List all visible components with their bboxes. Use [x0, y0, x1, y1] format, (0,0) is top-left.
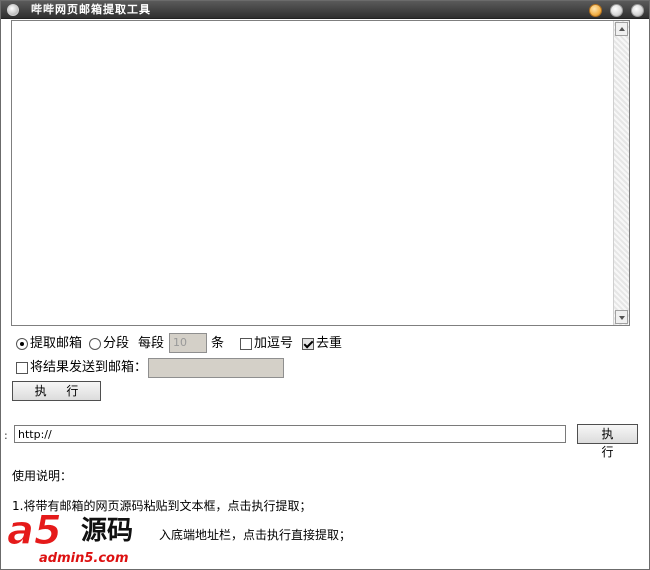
instructions-line-2: 入底端地址栏，点击执行直接提取； — [159, 528, 352, 542]
send-email-input[interactable] — [148, 358, 284, 378]
window-title: 哔哔网页邮箱提取工具 — [31, 3, 151, 16]
source-textarea-container — [11, 20, 630, 326]
send-email-label: 将结果发送到邮箱： — [30, 360, 148, 375]
send-email-checkbox[interactable] — [16, 362, 28, 374]
add-comma-checkbox[interactable] — [240, 338, 252, 350]
vertical-scrollbar[interactable] — [613, 21, 629, 325]
minimize-button[interactable] — [589, 4, 602, 17]
mode-segment-label: 分段 — [103, 336, 130, 351]
watermark-logo: a5 源码 admin5.com — [3, 509, 173, 569]
mode-segment-radio[interactable] — [89, 338, 101, 350]
watermark-url: admin5.com — [39, 551, 129, 566]
url-prefix: : — [4, 429, 8, 442]
close-button[interactable] — [631, 4, 644, 17]
maximize-button[interactable] — [610, 4, 623, 17]
scroll-up-button[interactable] — [615, 22, 628, 36]
instructions-title: 使用说明： — [12, 469, 73, 483]
title-bar[interactable]: 哔哔网页邮箱提取工具 — [1, 1, 649, 19]
mode-extract-radio[interactable] — [16, 338, 28, 350]
watermark-brand-suffix: 源码 — [81, 516, 134, 546]
scroll-down-button[interactable] — [615, 310, 628, 324]
unit-label: 条 — [211, 336, 225, 351]
mode-extract-label: 提取邮箱 — [30, 336, 83, 351]
app-icon — [7, 4, 19, 16]
add-comma-label: 加逗号 — [254, 336, 294, 351]
dedupe-label: 去重 — [316, 336, 343, 351]
source-textarea[interactable] — [12, 21, 613, 325]
url-input[interactable] — [14, 425, 566, 443]
per-segment-label: 每段 — [138, 336, 165, 351]
watermark-brand: a5 — [7, 508, 63, 554]
dedupe-checkbox[interactable] — [302, 338, 314, 350]
execute-url-button[interactable]: 执 行 — [577, 424, 638, 459]
app-window: 哔哔网页邮箱提取工具 提取邮箱 分段 每段 10 条 加逗号 去重 将结果发送到… — [0, 0, 650, 570]
execute-button[interactable]: 执 行 — [12, 381, 101, 401]
per-segment-input[interactable]: 10 — [169, 333, 207, 353]
